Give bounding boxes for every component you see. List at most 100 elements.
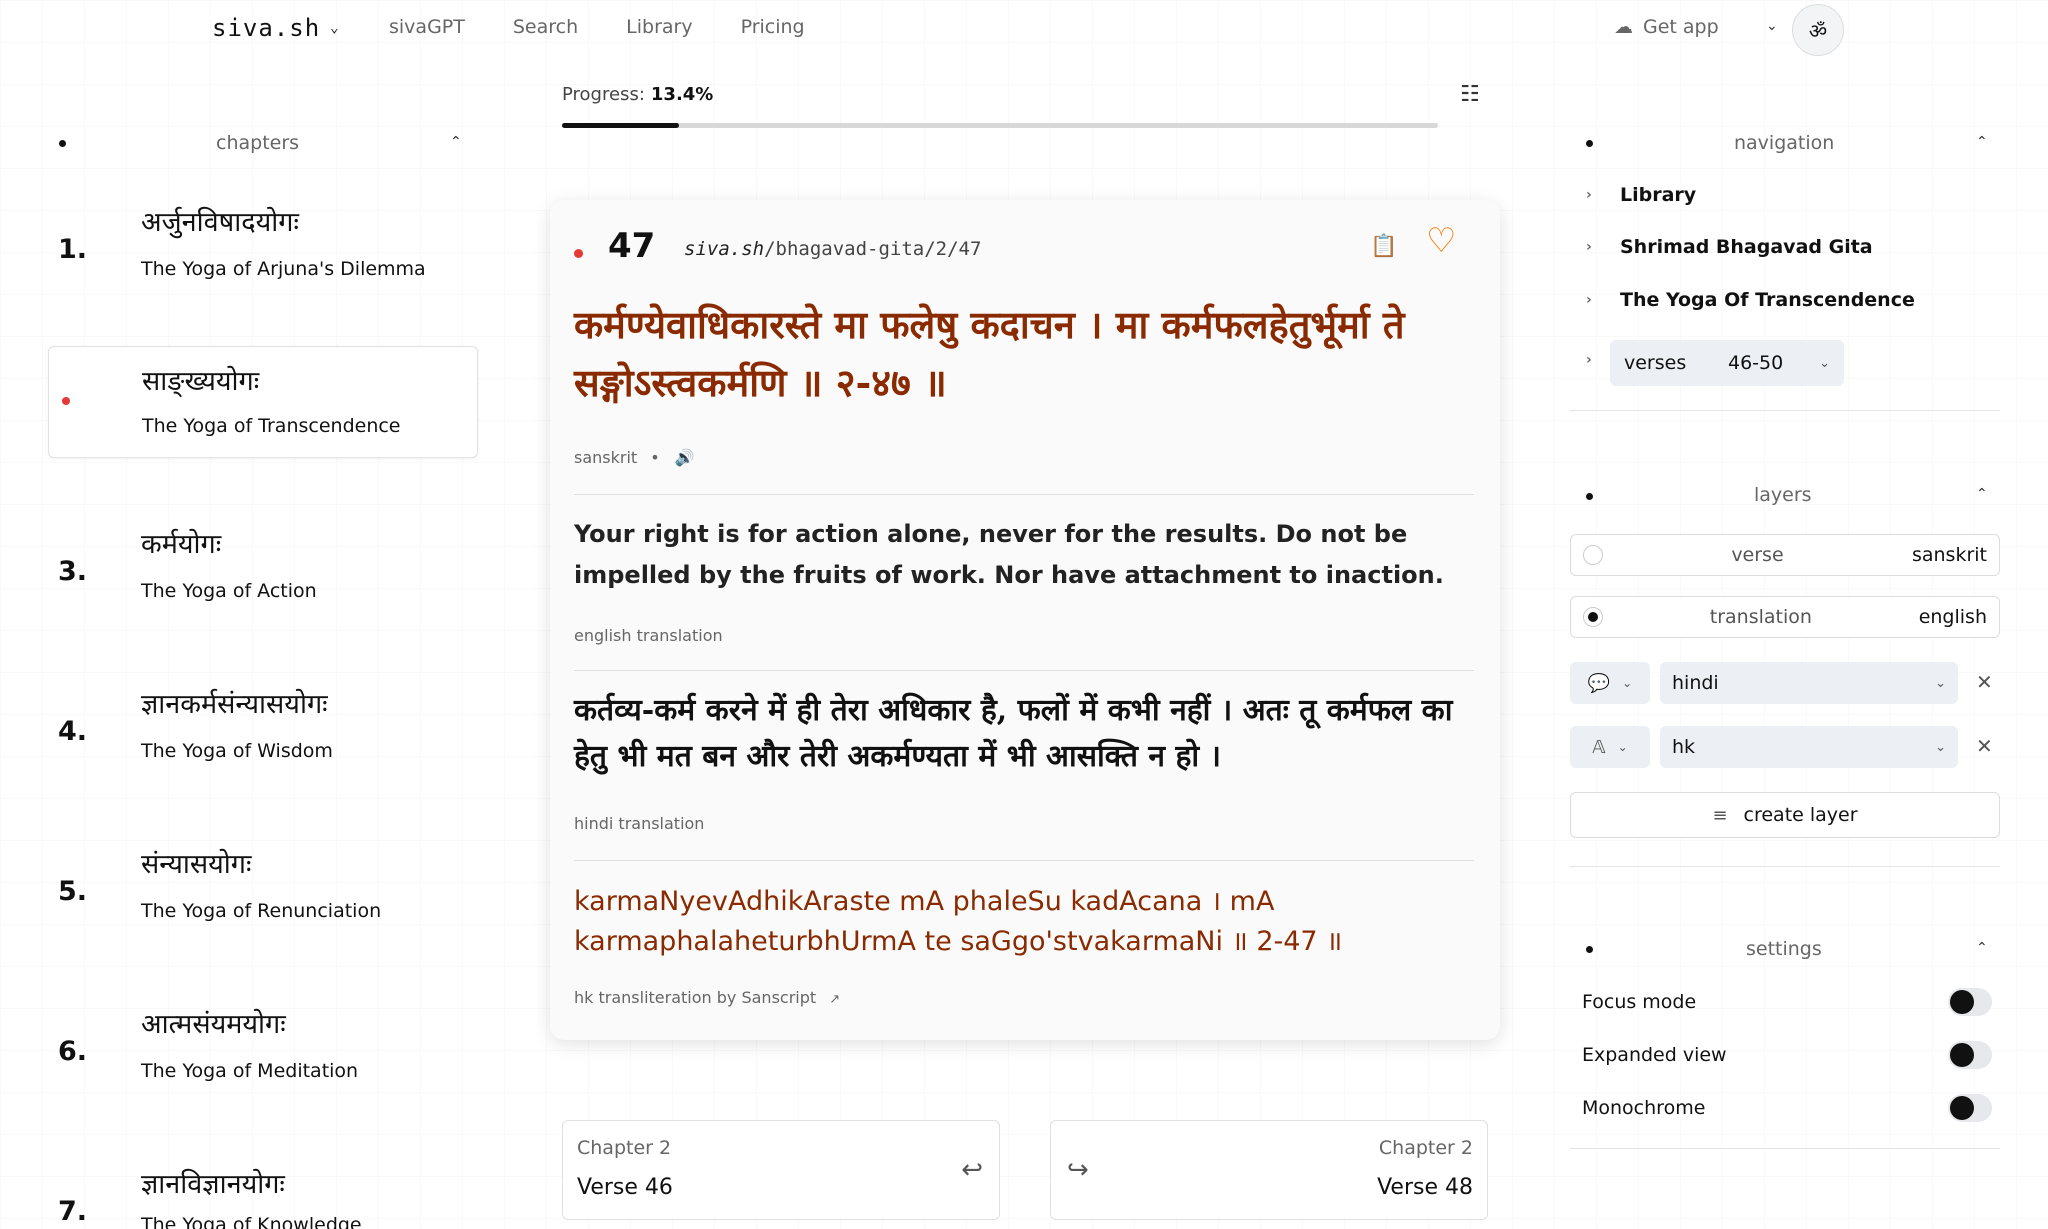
playlist-add-icon: ≡: [1712, 804, 1728, 826]
verses-label: verses: [1624, 352, 1687, 374]
chevron-down-icon: ⌄: [1819, 355, 1830, 371]
om-icon: ॐ: [1808, 18, 1828, 43]
separator-dot: •: [650, 448, 660, 467]
nav-search[interactable]: Search: [513, 16, 578, 38]
layer-type-select[interactable]: 💬 ⌄: [1570, 662, 1650, 704]
chevron-down-icon: ⌄: [1617, 740, 1628, 754]
url-path: /bhagavad-gita/2/47: [764, 238, 982, 260]
verse-number: 47: [608, 226, 656, 266]
chapter-title-sanskrit: साङ्ख्ययोगः: [142, 366, 260, 397]
chapter-item-7[interactable]: 7. ज्ञानविज्ञानयोगः The Yoga of Knowledg…: [48, 1148, 478, 1229]
breadcrumb-gita[interactable]: › Shrimad Bhagavad Gita: [1586, 236, 1873, 258]
script-type-select[interactable]: 𝔸 ⌄: [1570, 726, 1650, 768]
layer-select-value: hk: [1672, 736, 1696, 758]
layer-verse[interactable]: verse sanskrit: [1570, 534, 2000, 576]
clipboard-icon[interactable]: 📋: [1370, 234, 1397, 259]
chevron-right-icon: ›: [1586, 239, 1592, 255]
chapter-title-sanskrit: ज्ञानविज्ञानयोगः: [141, 1169, 285, 1200]
progress-label: Progress:: [562, 84, 645, 105]
brand-logo[interactable]: siva.sh ⌄: [212, 14, 340, 42]
expanded-view-toggle[interactable]: [1948, 1041, 1992, 1069]
nav-sivagpt[interactable]: sivaGPT: [389, 16, 465, 38]
chevron-down-icon[interactable]: ⌄: [1766, 18, 1778, 34]
previous-verse-button[interactable]: Chapter 2 Verse 46 ↩: [562, 1120, 1000, 1220]
focus-mode-toggle[interactable]: [1948, 988, 1992, 1016]
hindi-label: hindi translation: [574, 814, 705, 833]
layer-translation[interactable]: translation english: [1570, 596, 2000, 638]
section-dot: [1586, 140, 1593, 147]
chevron-up-icon[interactable]: ⌃: [450, 134, 462, 150]
chapter-title-english: The Yoga of Meditation: [141, 1060, 359, 1082]
hk-label: hk transliteration by Sanscript: [574, 988, 817, 1007]
close-icon[interactable]: ✕: [1976, 734, 1993, 758]
close-icon[interactable]: ✕: [1976, 670, 1993, 694]
monochrome-toggle[interactable]: [1948, 1094, 1992, 1122]
english-label: english translation: [574, 626, 723, 645]
chevron-up-icon[interactable]: ⌃: [1976, 134, 1988, 150]
chapter-title-sanskrit: आत्मसंयमयोगः: [141, 1009, 286, 1040]
chapter-item-2[interactable]: साङ्ख्ययोगः The Yoga of Transcendence: [48, 346, 478, 458]
create-layer-button[interactable]: ≡ create layer: [1570, 792, 2000, 838]
divider: [574, 670, 1474, 671]
chapter-item-4[interactable]: 4. ज्ञानकर्मसंन्यासयोगः The Yoga of Wisd…: [48, 668, 478, 780]
nav-pricing[interactable]: Pricing: [741, 16, 805, 38]
list-icon[interactable]: ☷: [1460, 82, 1480, 107]
heart-icon[interactable]: ♡: [1426, 224, 1456, 258]
breadcrumb-chapter[interactable]: › The Yoga Of Transcendence: [1586, 289, 1915, 311]
next-verse-button[interactable]: ↪ Chapter 2 Verse 48: [1050, 1120, 1488, 1220]
progress-text: Progress: 13.4%: [562, 84, 713, 105]
layer-radio[interactable]: [1583, 607, 1603, 627]
chapter-number: 1.: [58, 234, 88, 265]
cloud-download-icon: ☁: [1614, 16, 1633, 38]
get-app-button[interactable]: ☁ Get app: [1614, 16, 1719, 38]
chapter-item-6[interactable]: 6. आत्मसंयमयोगः The Yoga of Meditation: [48, 988, 478, 1100]
layer-value: english: [1918, 606, 1987, 628]
prev-chapter: Chapter 2: [577, 1137, 672, 1159]
url-domain: siva.sh: [684, 238, 765, 260]
chapter-number: 3.: [58, 556, 88, 587]
chapter-number: 4.: [58, 716, 88, 747]
verses-select[interactable]: verses 46-50 ⌄: [1610, 340, 1844, 386]
script-toggle-button[interactable]: ॐ: [1792, 4, 1844, 56]
divider: [574, 494, 1474, 495]
chapter-number: 5.: [58, 876, 88, 907]
chevron-up-icon[interactable]: ⌃: [1976, 940, 1988, 956]
breadcrumb-library[interactable]: › Library: [1586, 184, 1696, 206]
chapter-item-1[interactable]: 1. अर्जुनविषादयोगः The Yoga of Arjuna's …: [48, 186, 478, 298]
divider: [1570, 410, 2000, 411]
progress-bar: [562, 123, 1438, 128]
verse-indicator: [574, 249, 583, 258]
chevron-up-icon[interactable]: ⌃: [1976, 486, 1988, 502]
arrow-forward-icon: ↪: [1067, 1155, 1089, 1185]
verse-url[interactable]: siva.sh/bhagavad-gita/2/47: [684, 238, 981, 260]
divider: [574, 860, 1474, 861]
chapters-title: chapters: [216, 132, 300, 154]
chevron-right-icon: ›: [1586, 292, 1592, 308]
sanskrit-verse: कर्मण्येवाधिकारस्ते मा फलेषु कदाचन । मा …: [574, 302, 1405, 405]
nav-library[interactable]: Library: [626, 16, 692, 38]
transliteration-icon: 𝔸: [1592, 736, 1606, 758]
hk-layer-select[interactable]: hk ⌄: [1660, 726, 1958, 768]
breadcrumb-label: Shrimad Bhagavad Gita: [1620, 236, 1873, 258]
chevron-down-icon: ⌄: [1622, 676, 1633, 690]
layer-name: translation: [1709, 606, 1812, 628]
settings-title: settings: [1746, 938, 1822, 960]
layer-radio[interactable]: [1583, 545, 1603, 565]
breadcrumb-label: Library: [1620, 184, 1697, 206]
sanskrit-label: sanskrit: [574, 448, 638, 467]
chapter-item-5[interactable]: 5. संन्यासयोगः The Yoga of Renunciation: [48, 828, 478, 940]
chapter-number: 7.: [58, 1196, 88, 1227]
hindi-layer-select[interactable]: hindi ⌄: [1660, 662, 1958, 704]
chapter-title-sanskrit: संन्यासयोगः: [141, 849, 252, 880]
chevron-down-icon: ⌄: [1935, 675, 1946, 691]
chapter-title-english: The Yoga of Wisdom: [141, 740, 333, 762]
progress-fill: [562, 123, 680, 128]
chapter-item-3[interactable]: 3. कर्मयोगः The Yoga of Action: [48, 508, 478, 620]
create-layer-label: create layer: [1743, 804, 1858, 826]
brand-name: siva.sh: [212, 14, 321, 42]
sanskrit-meta: sanskrit • 🔊: [574, 448, 695, 467]
external-link-icon[interactable]: ↗: [829, 992, 840, 1007]
verse-card: 47 siva.sh/bhagavad-gita/2/47 📋 ♡ कर्मण्…: [550, 200, 1500, 1040]
section-dot: [1586, 946, 1593, 953]
speaker-icon[interactable]: 🔊: [675, 448, 695, 467]
